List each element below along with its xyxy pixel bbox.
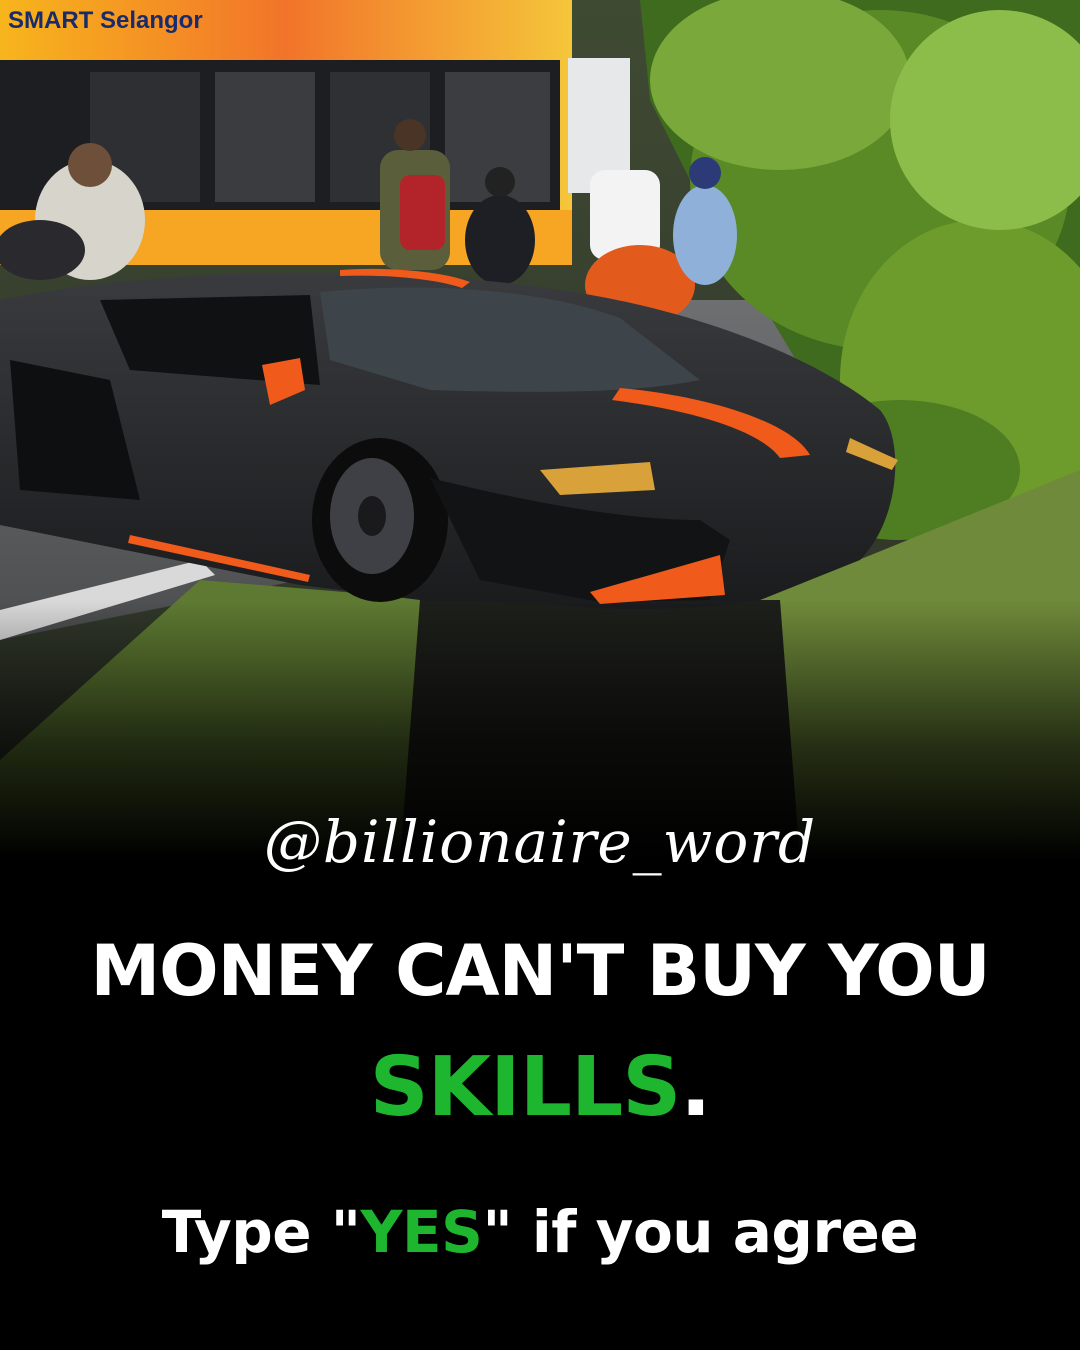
cta-highlight: YES <box>360 1198 483 1266</box>
headline-period: . <box>680 1040 711 1135</box>
bus-sign: SMART Selangor <box>8 7 203 34</box>
cta-suffix: " if you agree <box>482 1198 919 1266</box>
call-to-action: Type "YES" if you agree <box>0 1198 1080 1266</box>
headline-line-1: MONEY CAN'T BUY YOU <box>90 930 990 1012</box>
headline-line-2: SKILLS. <box>0 1040 1080 1135</box>
poster: SMART Selangor @billionaire_word MONEY C… <box>0 0 1080 1350</box>
account-handle: @billionaire_word <box>263 808 817 876</box>
cta-prefix: Type " <box>161 1198 361 1266</box>
headline-highlight: SKILLS <box>369 1040 682 1135</box>
